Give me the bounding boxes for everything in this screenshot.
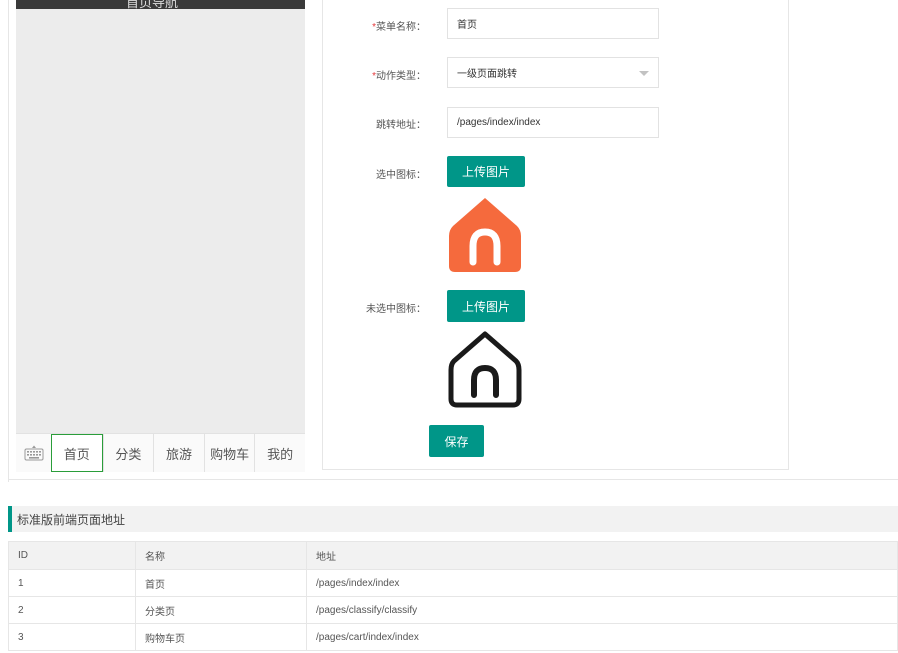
section-divider xyxy=(8,479,898,480)
phone-preview: 首页导航 首页 分类 旅游 购物车 我的 xyxy=(16,0,305,472)
action-type-label: *动作类型： xyxy=(372,71,426,82)
unselected-icon-label: 未选中图标： xyxy=(366,304,426,315)
table-header-row: ID 名称 地址 xyxy=(8,541,898,570)
phone-tab-cart[interactable]: 购物车 xyxy=(203,434,255,472)
upload-selected-icon-button[interactable]: 上传图片 xyxy=(447,156,525,187)
jump-url-label: 跳转地址： xyxy=(376,120,426,131)
cell-address: /pages/cart/index/index xyxy=(306,623,898,651)
home-icon xyxy=(447,196,523,274)
phone-tab-category[interactable]: 分类 xyxy=(102,434,154,472)
cell-address: /pages/classify/classify xyxy=(306,596,898,624)
column-name: 名称 xyxy=(135,541,307,570)
action-type-select[interactable]: 一级页面跳转 xyxy=(447,57,659,88)
jump-url-input[interactable]: /pages/index/index xyxy=(447,107,659,138)
left-divider xyxy=(8,0,9,482)
phone-title: 首页导航 xyxy=(126,0,179,9)
menu-name-label: *菜单名称： xyxy=(372,22,426,33)
cell-name: 分类页 xyxy=(135,596,307,624)
upload-unselected-icon-button[interactable]: 上传图片 xyxy=(447,290,525,322)
cell-id: 1 xyxy=(8,569,136,597)
table-row: 1 首页 /pages/index/index xyxy=(8,569,898,597)
cell-address: /pages/index/index xyxy=(306,569,898,597)
phone-tab-mine[interactable]: 我的 xyxy=(254,434,305,472)
menu-name-input[interactable]: 首页 xyxy=(447,8,659,39)
chevron-down-icon xyxy=(639,71,649,76)
selected-icon-label: 选中图标： xyxy=(376,170,426,181)
phone-tabbar: 首页 分类 旅游 购物车 我的 xyxy=(16,433,305,472)
table-row: 3 购物车页 /pages/cart/index/index xyxy=(8,623,898,651)
save-button[interactable]: 保存 xyxy=(429,425,484,457)
menu-edit-form: *菜单名称： 首页 *动作类型： 一级页面跳转 跳转地址： /pages/ind… xyxy=(322,0,789,470)
cell-id: 2 xyxy=(8,596,136,624)
cell-id: 3 xyxy=(8,623,136,651)
column-id: ID xyxy=(8,541,136,570)
phone-title-bar: 首页导航 xyxy=(16,0,305,9)
phone-tab-home[interactable]: 首页 xyxy=(51,434,103,472)
column-address: 地址 xyxy=(306,541,898,570)
home-outline-icon xyxy=(447,331,523,409)
cell-name: 首页 xyxy=(135,569,307,597)
cell-name: 购物车页 xyxy=(135,623,307,651)
page-address-table: ID 名称 地址 1 首页 /pages/index/index 2 分类页 /… xyxy=(8,541,898,651)
phone-tab-travel[interactable]: 旅游 xyxy=(153,434,204,472)
section-title: 标准版前端页面地址 xyxy=(8,506,898,532)
keyboard-icon[interactable] xyxy=(16,434,51,472)
table-row: 2 分类页 /pages/classify/classify xyxy=(8,596,898,624)
action-type-value: 一级页面跳转 xyxy=(457,69,517,80)
